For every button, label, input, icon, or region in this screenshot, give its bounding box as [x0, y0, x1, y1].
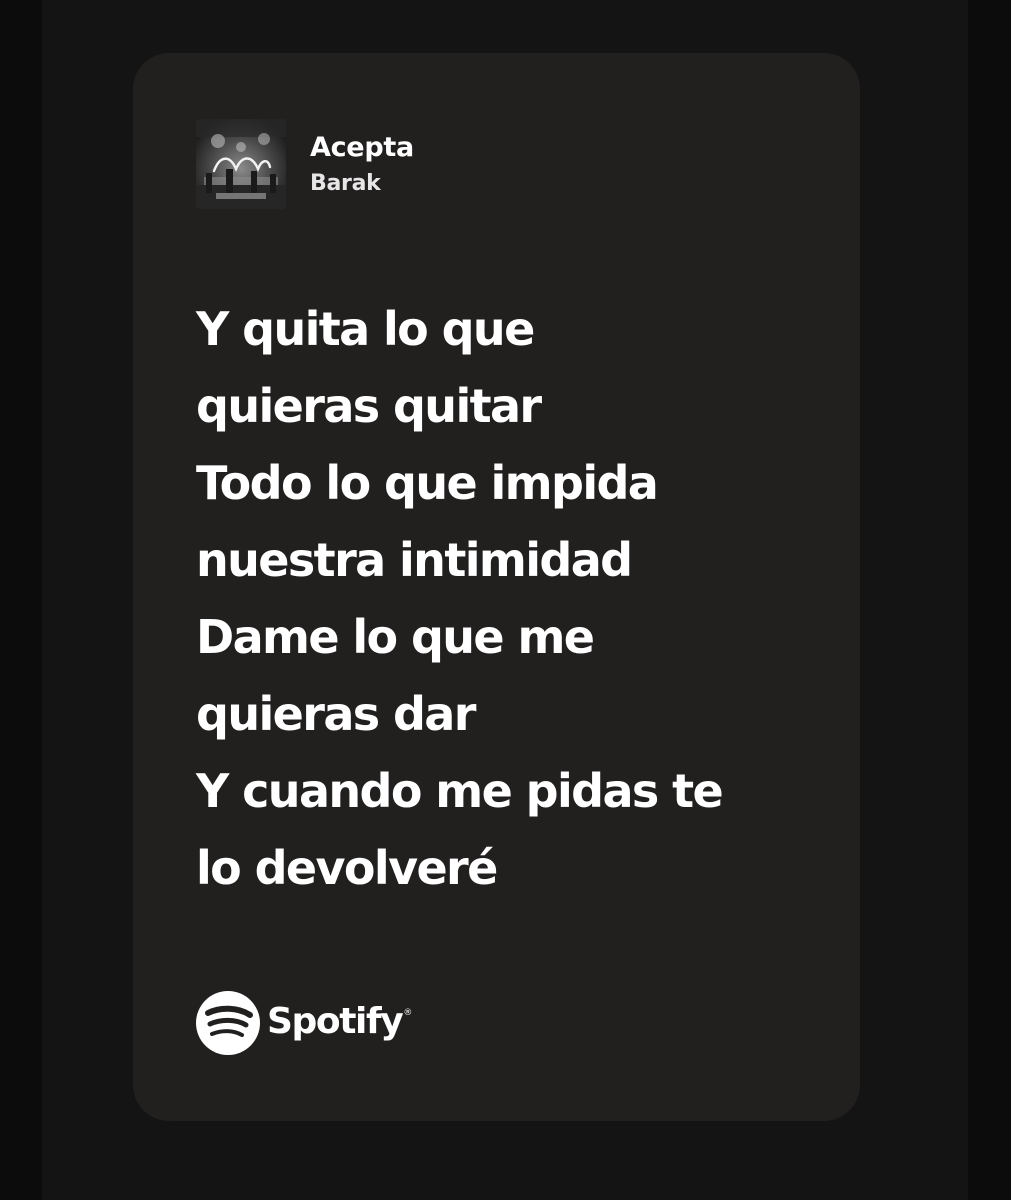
- spotify-wordmark: Spotify: [267, 1000, 404, 1042]
- spotify-logo-icon: [196, 991, 260, 1055]
- lyrics-block: Y quita lo que quieras quitar Todo lo qu…: [196, 291, 836, 907]
- track-title: Acepta: [310, 132, 414, 163]
- lyric-line: Todo lo que impida: [196, 456, 659, 510]
- track-meta: Acepta Barak: [310, 128, 414, 200]
- spotify-brand: Spotify ®: [196, 991, 412, 1055]
- lyric-line: lo devolveré: [196, 841, 498, 895]
- track-artist: Barak: [310, 171, 381, 196]
- track-header: Acepta Barak: [196, 119, 414, 209]
- lyric-line: Y cuando me pidas te: [196, 764, 724, 818]
- lyric-line: nuestra intimidad: [196, 533, 633, 587]
- lyric-line: Y quita lo que: [196, 302, 535, 356]
- album-cover-art: [196, 119, 286, 209]
- lyric-line: quieras dar: [196, 687, 476, 741]
- lyric-line: quieras quitar: [196, 379, 542, 433]
- registered-mark: ®: [403, 1008, 413, 1018]
- lyric-line: Dame lo que me: [196, 610, 595, 664]
- lyrics-share-card: Acepta Barak Y quita lo que quieras quit…: [133, 53, 860, 1121]
